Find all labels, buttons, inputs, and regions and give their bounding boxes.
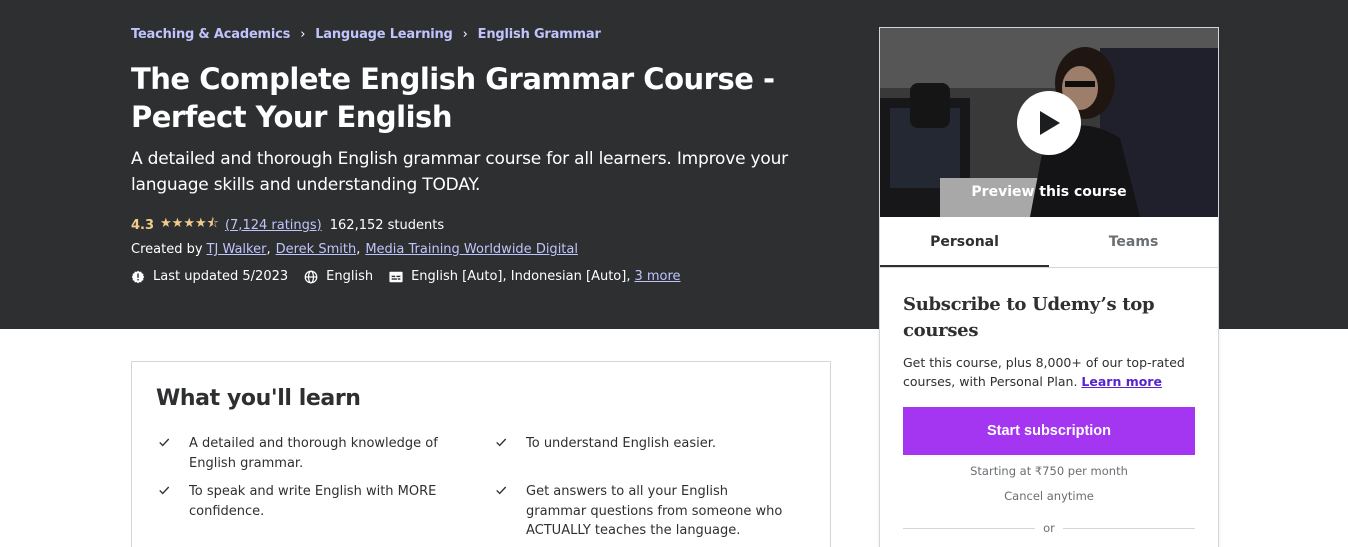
course-title: The Complete English Grammar Course - Pe… bbox=[131, 62, 775, 134]
breadcrumb-language-learning[interactable]: Language Learning bbox=[315, 27, 453, 42]
subscribe-title: Subscribe to Udemy’s top courses bbox=[903, 294, 1155, 341]
tab-personal[interactable]: Personal bbox=[880, 217, 1049, 267]
ratings-count-link[interactable]: (7,124 ratings) bbox=[225, 218, 322, 233]
instructor-link-tj-walker[interactable]: TJ Walker bbox=[207, 242, 267, 257]
play-icon bbox=[1040, 111, 1060, 135]
cancel-note: Cancel anytime bbox=[1004, 489, 1094, 503]
learn-item: A detailed and thorough knowledge of Eng… bbox=[157, 434, 447, 473]
language-text: English bbox=[326, 269, 374, 284]
divider-line bbox=[1062, 527, 1196, 529]
preview-caption: Preview this course bbox=[971, 184, 1127, 200]
last-updated: Last updated 5/2023 bbox=[131, 269, 288, 284]
or-label: or bbox=[1043, 521, 1055, 535]
course-captions: English [Auto], Indonesian [Auto], 3 mor… bbox=[389, 269, 681, 284]
rating-value: 4.3 bbox=[131, 217, 155, 233]
learn-more-link[interactable]: Learn more bbox=[1081, 374, 1162, 389]
learn-item: Get answers to all your English grammar … bbox=[494, 482, 784, 541]
plan-tabs: Personal Teams bbox=[880, 217, 1218, 268]
instructor-link-media-training[interactable]: Media Training Worldwide Digital bbox=[365, 242, 578, 257]
breadcrumb-teaching-academics[interactable]: Teaching & Academics bbox=[131, 27, 290, 42]
subscribe-description: Get this course, plus 8,000+ of our top-… bbox=[903, 353, 1203, 391]
check-icon bbox=[496, 486, 507, 495]
course-language: English bbox=[304, 269, 373, 284]
closed-captions-icon bbox=[389, 271, 403, 282]
created-by-label: Created by bbox=[131, 242, 203, 257]
divider-line bbox=[903, 527, 1036, 529]
start-subscription-button[interactable]: Start subscription bbox=[903, 407, 1195, 455]
check-icon bbox=[496, 438, 507, 447]
learn-item-text: A detailed and thorough knowledge of Eng… bbox=[189, 436, 438, 471]
check-icon bbox=[159, 486, 170, 495]
alert-badge-icon bbox=[131, 270, 145, 283]
price-note: Starting at ₹750 per month bbox=[970, 464, 1128, 478]
learn-item-text: Get answers to all your English grammar … bbox=[526, 484, 783, 538]
course-preview[interactable]: Preview this course bbox=[880, 28, 1218, 217]
learn-item-text: To speak and write English with MORE con… bbox=[189, 484, 437, 519]
learn-title: What you'll learn bbox=[156, 386, 361, 411]
learn-item: To speak and write English with MORE con… bbox=[157, 482, 447, 521]
learn-item: To understand English easier. bbox=[494, 434, 784, 454]
learn-item-text: To understand English easier. bbox=[526, 436, 717, 451]
breadcrumb: Teaching & Academics › Language Learning… bbox=[131, 27, 601, 42]
rating-row: 4.3 ★★★★⯪ (7,124 ratings) 162,152 studen… bbox=[131, 214, 444, 236]
captions-text: English [Auto], Indonesian [Auto], bbox=[411, 269, 631, 284]
students-count: 162,152 students bbox=[329, 217, 445, 233]
last-updated-text: Last updated 5/2023 bbox=[153, 269, 289, 284]
purchase-sidebar: Preview this course Personal Teams Subsc… bbox=[879, 27, 1219, 547]
chevron-right-icon: › bbox=[300, 27, 306, 42]
globe-icon bbox=[304, 270, 318, 283]
created-by-row: Created by TJ Walker, Derek Smith, Media… bbox=[131, 242, 578, 257]
course-meta-row: Last updated 5/2023 English English [Aut… bbox=[131, 269, 697, 284]
star-icon: ★★★★⯪ bbox=[160, 216, 219, 231]
check-icon bbox=[159, 438, 170, 447]
play-button[interactable] bbox=[1017, 91, 1081, 155]
breadcrumb-english-grammar[interactable]: English Grammar bbox=[478, 27, 601, 42]
captions-more-link[interactable]: 3 more bbox=[634, 269, 680, 284]
chevron-right-icon: › bbox=[462, 27, 468, 42]
or-divider: or bbox=[903, 521, 1196, 535]
instructor-link-derek-smith[interactable]: Derek Smith bbox=[276, 242, 357, 257]
what-you-will-learn: What you'll learn A detailed and thoroug… bbox=[131, 361, 831, 547]
course-subtitle: A detailed and thorough English grammar … bbox=[131, 149, 788, 195]
tab-teams[interactable]: Teams bbox=[1049, 217, 1218, 267]
